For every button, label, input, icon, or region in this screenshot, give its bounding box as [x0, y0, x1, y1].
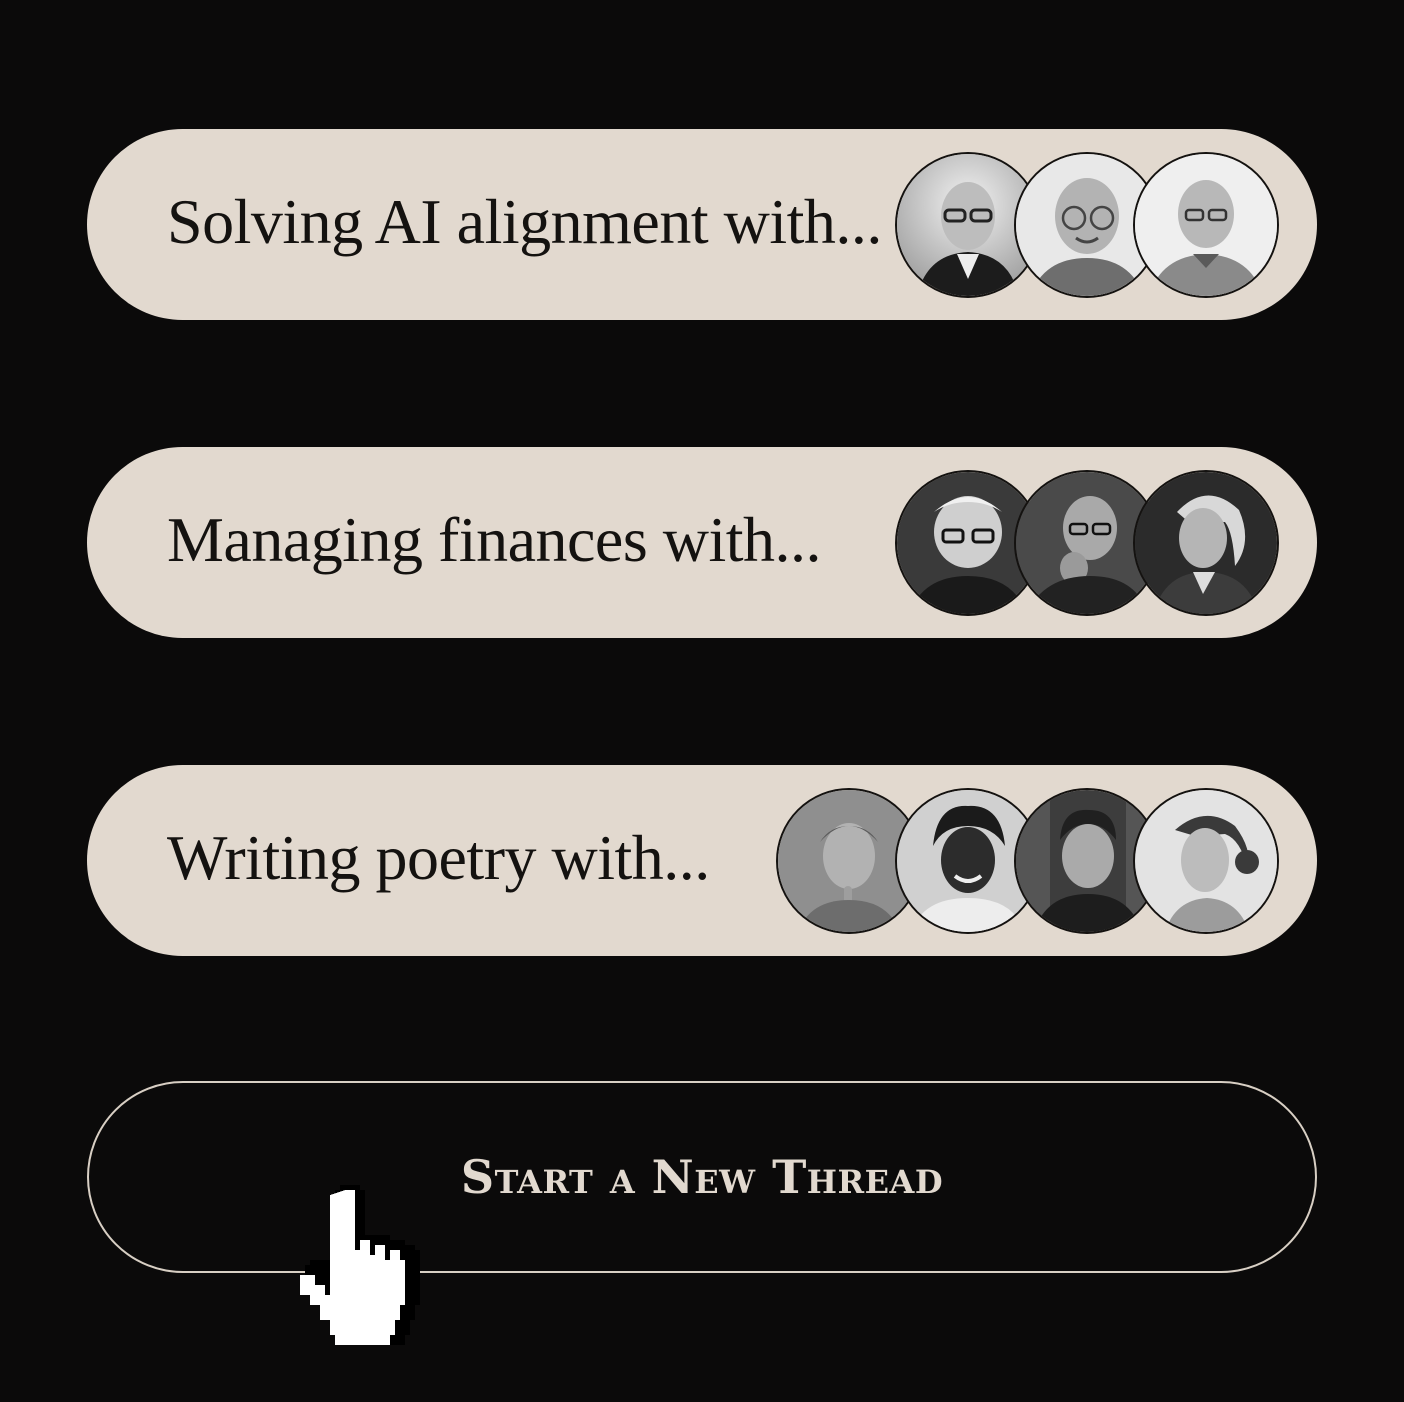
topic-label: Writing poetry with... [167, 821, 710, 893]
avatar-group [895, 470, 1279, 616]
topic-label: Solving AI alignment with... [167, 185, 882, 257]
avatar[interactable] [1133, 788, 1279, 934]
hand-pointer-icon [300, 1185, 420, 1345]
portrait-icon [1135, 154, 1277, 296]
topic-pill-ai-alignment[interactable]: Solving AI alignment with... [87, 129, 1317, 320]
portrait-icon [1135, 790, 1277, 932]
start-new-thread-label: Start a New Thread [460, 1150, 944, 1204]
avatar-group [776, 788, 1279, 934]
start-new-thread-button[interactable]: Start a New Thread [87, 1081, 1317, 1273]
portrait-icon [1135, 472, 1277, 614]
topic-pill-poetry[interactable]: Writing poetry with... [87, 765, 1317, 956]
topic-label: Managing finances with... [167, 503, 822, 575]
topic-pill-finances[interactable]: Managing finances with... [87, 447, 1317, 638]
avatar[interactable] [1133, 152, 1279, 298]
avatar-group [895, 152, 1279, 298]
avatar[interactable] [1133, 470, 1279, 616]
